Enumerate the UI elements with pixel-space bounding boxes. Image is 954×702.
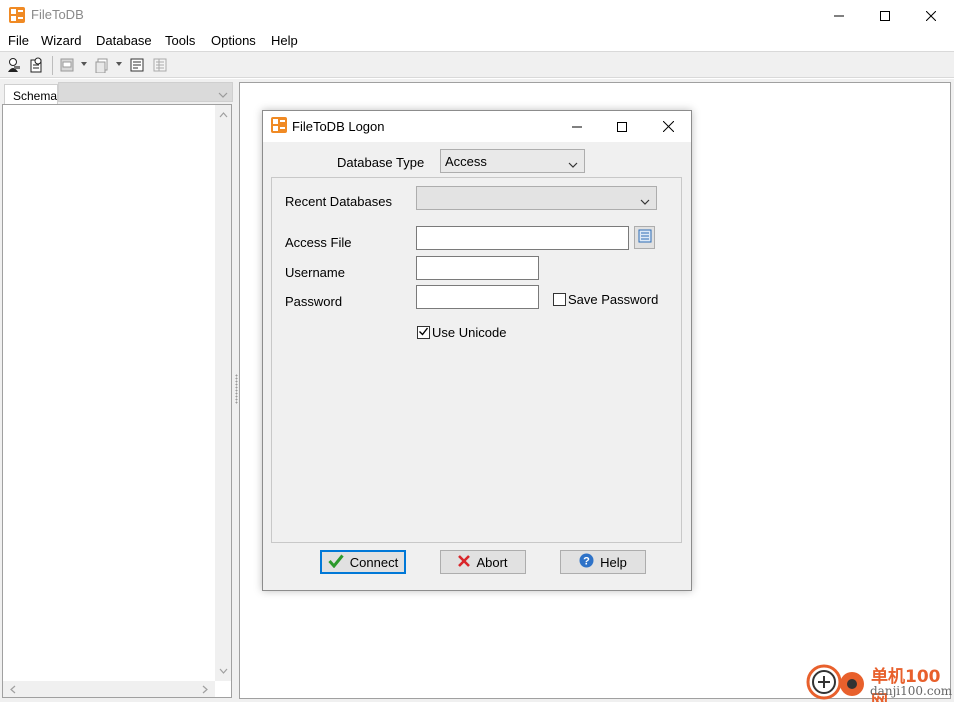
menu-options[interactable]: Options — [211, 33, 256, 48]
save-password-label[interactable]: Save Password — [568, 292, 658, 307]
close-button[interactable] — [908, 0, 954, 31]
use-unicode-checkbox[interactable] — [417, 326, 430, 339]
save-password-checkbox[interactable] — [553, 293, 566, 306]
help-button[interactable]: ? Help — [560, 550, 646, 574]
menu-file[interactable]: File — [8, 33, 29, 48]
menu-help[interactable]: Help — [271, 33, 298, 48]
svg-text:?: ? — [583, 556, 590, 568]
app-icon — [271, 117, 287, 133]
window-icon[interactable] — [57, 56, 77, 74]
checkmark-icon — [418, 325, 429, 340]
menu-database[interactable]: Database — [96, 33, 152, 48]
close-icon — [458, 554, 471, 570]
chevron-down-icon[interactable] — [81, 62, 87, 66]
list-icon[interactable] — [150, 56, 170, 74]
recent-databases-select[interactable] — [416, 186, 657, 210]
scroll-right-icon[interactable] — [197, 681, 213, 697]
database-type-label: Database Type — [337, 155, 425, 170]
checkmark-icon — [328, 554, 344, 571]
dialog-close-button[interactable] — [645, 111, 691, 142]
recent-databases-label: Recent Databases — [285, 194, 392, 209]
abort-button[interactable]: Abort — [440, 550, 526, 574]
chevron-down-icon — [640, 194, 650, 209]
access-file-label: Access File — [285, 235, 352, 250]
abort-label: Abort — [476, 554, 508, 570]
schema-tree[interactable] — [2, 104, 232, 698]
dialog-title-bar: FileToDB Logon — [263, 111, 691, 142]
dialog-maximize-button[interactable] — [599, 111, 645, 142]
username-input[interactable] — [416, 256, 539, 280]
logon-dialog: FileToDB Logon Database Type Access Rece… — [262, 110, 692, 591]
scroll-left-icon[interactable] — [5, 681, 21, 697]
menu-bar: File Wizard Database Tools Options Help — [0, 31, 954, 51]
username-label: Username — [285, 265, 345, 280]
use-unicode-label[interactable]: Use Unicode — [432, 325, 506, 340]
dialog-minimize-button[interactable] — [554, 111, 600, 142]
minimize-button[interactable] — [816, 0, 862, 31]
horizontal-scrollbar[interactable] — [3, 681, 215, 697]
tab-schema[interactable]: Schema — [4, 84, 58, 104]
find-icon[interactable] — [127, 56, 147, 74]
menu-tools[interactable]: Tools — [165, 33, 195, 48]
window-title: FileToDB — [31, 7, 84, 22]
logoff-icon[interactable] — [26, 56, 46, 74]
browse-file-button[interactable] — [634, 226, 655, 249]
access-file-input[interactable] — [416, 226, 629, 250]
schema-select[interactable] — [58, 82, 233, 102]
connect-button[interactable]: Connect — [320, 550, 406, 574]
chevron-down-icon — [568, 157, 578, 172]
menu-wizard[interactable]: Wizard — [41, 33, 81, 48]
help-label: Help — [600, 554, 627, 570]
document-icon[interactable] — [92, 56, 112, 74]
maximize-button[interactable] — [862, 0, 908, 31]
title-bar: FileToDB — [0, 0, 954, 31]
splitter-handle[interactable] — [235, 374, 238, 404]
dialog-title: FileToDB Logon — [292, 119, 385, 134]
connect-label: Connect — [349, 554, 399, 570]
chevron-down-icon[interactable] — [116, 62, 122, 66]
watermark-url: danji100.com — [870, 684, 953, 698]
database-type-select[interactable]: Access — [440, 149, 585, 173]
vertical-scrollbar[interactable] — [215, 105, 231, 681]
password-label: Password — [285, 294, 343, 309]
toolbar — [0, 51, 954, 78]
app-icon — [9, 7, 25, 23]
database-type-value: Access — [445, 154, 487, 169]
folder-browse-icon — [638, 229, 652, 246]
watermark-logo — [806, 660, 868, 700]
scroll-down-icon[interactable] — [215, 663, 231, 679]
help-icon: ? — [579, 553, 594, 571]
toolbar-separator — [52, 56, 53, 75]
password-input[interactable] — [416, 285, 539, 309]
logon-icon[interactable] — [3, 56, 23, 74]
scroll-up-icon[interactable] — [215, 107, 231, 123]
chevron-down-icon — [218, 87, 228, 102]
